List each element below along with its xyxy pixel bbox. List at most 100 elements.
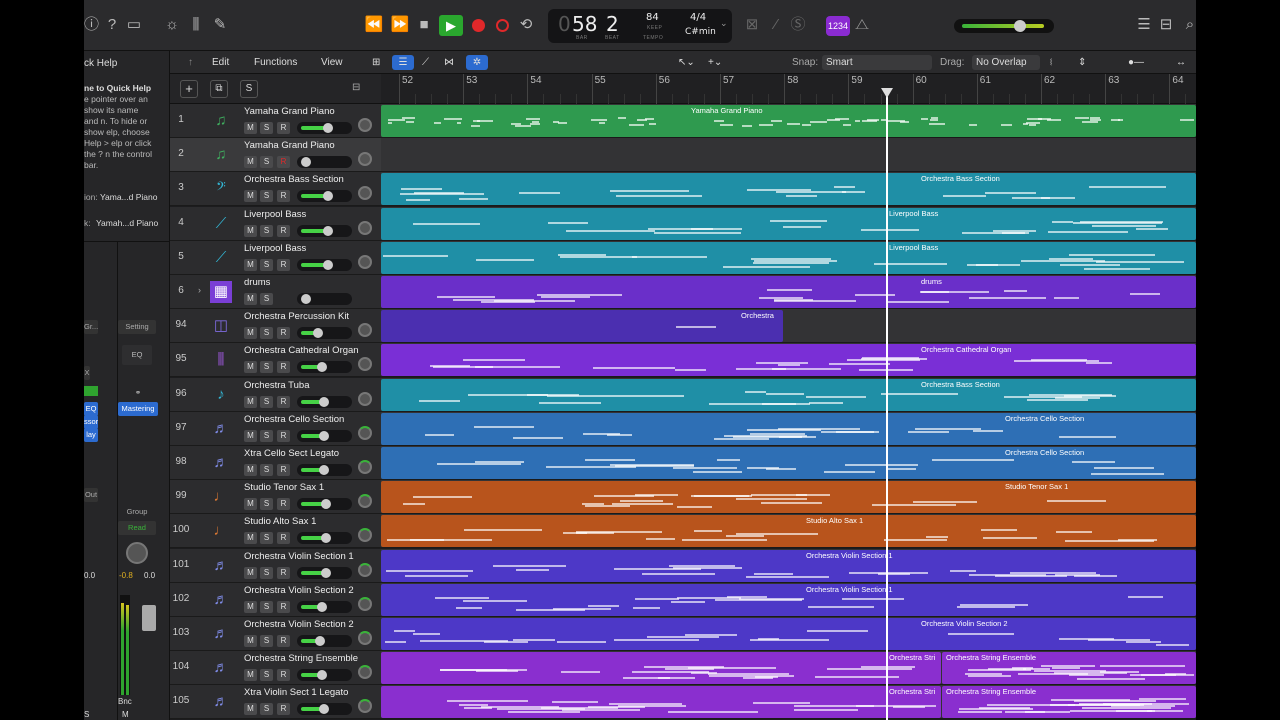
gr-slot[interactable]: Gr... xyxy=(84,320,98,334)
solo-mode-icon[interactable]: Ⓢ xyxy=(790,16,806,34)
cycle-icon[interactable]: ⟲ xyxy=(518,16,534,34)
record-enable-button[interactable]: R xyxy=(277,361,290,374)
region[interactable]: Orchestra Cathedral Organ xyxy=(381,344,1196,377)
setting-button[interactable]: Setting xyxy=(118,320,156,334)
track-header[interactable]: 2 ♫ Yamaha Grand Piano M S R xyxy=(170,138,381,173)
region[interactable]: Orchestra String Ensemble xyxy=(942,686,1196,719)
track-lane[interactable]: Orchestra Cello Section xyxy=(381,411,1196,446)
track-header[interactable]: 103 ♬ Orchestra Violin Section 2 MSR xyxy=(170,617,381,651)
volume-fader[interactable] xyxy=(297,190,352,203)
track-lane[interactable]: Studio Alto Sax 1 xyxy=(381,514,1196,549)
record-enable-button[interactable]: R xyxy=(277,258,290,271)
track-lane[interactable]: Orchestra Bass Section xyxy=(381,377,1196,412)
track-header[interactable]: 101 ♬ Orchestra Violin Section 1 MSR xyxy=(170,548,381,583)
pan-knob[interactable] xyxy=(358,631,372,645)
track-row[interactable]: 97 ♬ Orchestra Cello Section M S R Orchestra C… xyxy=(170,411,1196,446)
track-name[interactable]: Studio Alto Sax 1 xyxy=(244,516,316,527)
record-enable-button[interactable]: R xyxy=(277,122,290,134)
volume-fader[interactable] xyxy=(297,532,352,545)
mute-button[interactable]: M xyxy=(244,361,257,374)
region[interactable]: Studio Tenor Sax 1 xyxy=(381,481,1196,514)
functions-menu[interactable]: Functions xyxy=(254,55,297,70)
mute-button[interactable]: M xyxy=(244,258,257,271)
track-header[interactable]: 102 ♬ Orchestra Violin Section 2 MSR xyxy=(170,582,381,617)
track-lane[interactable]: Orchestra Cathedral Organ xyxy=(381,343,1196,378)
solo-button[interactable]: S xyxy=(260,190,273,203)
list-editors-icon[interactable]: ☰ xyxy=(1136,16,1152,34)
list-view-icon[interactable]: ☰ xyxy=(392,55,414,70)
lcd-display[interactable]: 0 58 2 BAR BEAT 84 KEEP TEMPO 4/4 C#min … xyxy=(548,9,732,43)
bounce-button[interactable]: Bnc xyxy=(118,697,132,706)
global-solo-button[interactable]: S xyxy=(240,80,258,98)
track-row[interactable]: 105 ♬ Xtra Violin Sect 1 Legato M S R Orchestr… xyxy=(170,685,1196,720)
track-header[interactable]: 95 ⫼ Orchestra Cathedral Organ M S R xyxy=(170,343,381,378)
region[interactable]: Orchestra xyxy=(381,310,783,343)
solo-button[interactable]: S xyxy=(260,156,273,169)
mute-button[interactable]: M xyxy=(244,429,257,442)
track-row[interactable]: 94 ◫ Orchestra Percussion Kit M S R Orchestra xyxy=(170,309,1196,344)
mute-button[interactable]: M xyxy=(244,532,257,545)
record-enable-button[interactable]: R xyxy=(277,190,290,203)
record-enable-button[interactable]: R xyxy=(277,327,290,340)
pan-knob[interactable] xyxy=(358,596,372,611)
track-lane[interactable]: Orchestra xyxy=(381,309,1196,344)
track-row[interactable]: 102 ♬ Orchestra Violin Section 2 M S R Orchest… xyxy=(170,582,1196,617)
ruler[interactable]: 52 53 54 55 56 57 58 59 60 61 62 63 64 xyxy=(381,74,1196,104)
grid-icon[interactable]: ⊞ xyxy=(372,55,380,70)
solo-button[interactable]: S xyxy=(260,635,273,647)
track-lane[interactable]: Orchestra Violin Section 1 xyxy=(381,582,1196,617)
track-header[interactable]: 94 ◫ Orchestra Percussion Kit M S R xyxy=(170,309,381,344)
track-lane[interactable]: Orchestra Stri Orchestra String Ensemble xyxy=(381,651,1196,686)
region[interactable]: Orchestra Violin Section 2 xyxy=(381,618,1196,650)
record-button[interactable] xyxy=(472,19,485,32)
record-enable-button[interactable]: R xyxy=(277,156,290,169)
record-enable-button[interactable]: R xyxy=(277,600,290,613)
pan-knob[interactable] xyxy=(358,254,372,269)
solo-button[interactable]: S xyxy=(260,600,273,613)
track-header[interactable]: 104 ♬ Orchestra String Ensemble M S R xyxy=(170,651,381,686)
record-enable-button[interactable]: R xyxy=(277,429,290,442)
pan-knob[interactable] xyxy=(358,460,372,474)
pan-knob[interactable] xyxy=(358,665,372,680)
track-name[interactable]: Liverpool Bass xyxy=(244,209,306,220)
mute-button[interactable]: M xyxy=(244,327,257,340)
track-header[interactable]: 5 ⟋ Liverpool Bass M S R xyxy=(170,240,381,275)
pointer-tool-icon[interactable]: ↖⌄ xyxy=(678,55,695,70)
mute-button[interactable]: M xyxy=(244,464,257,476)
region[interactable]: Orchestra String Ensemble xyxy=(942,652,1196,685)
solo-button[interactable]: S xyxy=(260,429,273,442)
region[interactable]: Orchestra Stri xyxy=(381,652,941,685)
mixer-icon[interactable]: ⫼ xyxy=(188,16,204,34)
x-slot[interactable]: X xyxy=(84,366,90,380)
region[interactable]: Orchestra Bass Section xyxy=(381,173,1196,206)
volume-fader[interactable] xyxy=(297,498,352,511)
track-name[interactable]: Orchestra Violin Section 1 xyxy=(244,551,354,562)
track-row[interactable]: 2 ♫ Yamaha Grand Piano M S R xyxy=(170,138,1196,173)
mute-button[interactable]: M xyxy=(244,224,257,237)
volume-fader[interactable] xyxy=(297,361,352,374)
input-slot[interactable] xyxy=(84,386,98,396)
pan-knob[interactable] xyxy=(358,220,372,235)
track-name[interactable]: Orchestra Violin Section 2 xyxy=(244,619,354,630)
solo-button[interactable]: S xyxy=(84,710,89,719)
track-header[interactable]: 100 ♩ Studio Alto Sax 1 MSR xyxy=(170,514,381,549)
region[interactable]: Yamaha Grand Piano xyxy=(381,105,1196,137)
catch-icon[interactable]: ✲ xyxy=(466,55,488,70)
play-button[interactable]: ▶ xyxy=(439,15,463,36)
pan-knob[interactable] xyxy=(358,357,372,372)
record-enable-button[interactable]: R xyxy=(277,635,290,647)
flex-icon[interactable]: ⋈ xyxy=(444,55,454,70)
track-name[interactable]: Orchestra String Ensemble xyxy=(244,653,358,664)
mute-button[interactable]: M xyxy=(244,498,257,511)
track-name[interactable]: Yamaha Grand Piano xyxy=(244,106,335,117)
mute-button[interactable]: M xyxy=(122,710,129,719)
metronome-icon[interactable]: ⧍ xyxy=(854,16,870,34)
track-lane[interactable] xyxy=(381,138,1196,173)
replace-icon[interactable]: ⊠ xyxy=(744,16,760,34)
track-name[interactable]: Xtra Violin Sect 1 Legato xyxy=(244,687,348,698)
chevron-down-icon[interactable]: ⌄ xyxy=(720,19,728,29)
toolbar-icon[interactable]: ▭ xyxy=(126,16,142,34)
volume-fader[interactable] xyxy=(297,429,352,442)
vertical-zoom-icon[interactable]: ⇕ xyxy=(1078,55,1086,70)
compressor-plugin-slot[interactable]: ssor xyxy=(84,415,98,429)
